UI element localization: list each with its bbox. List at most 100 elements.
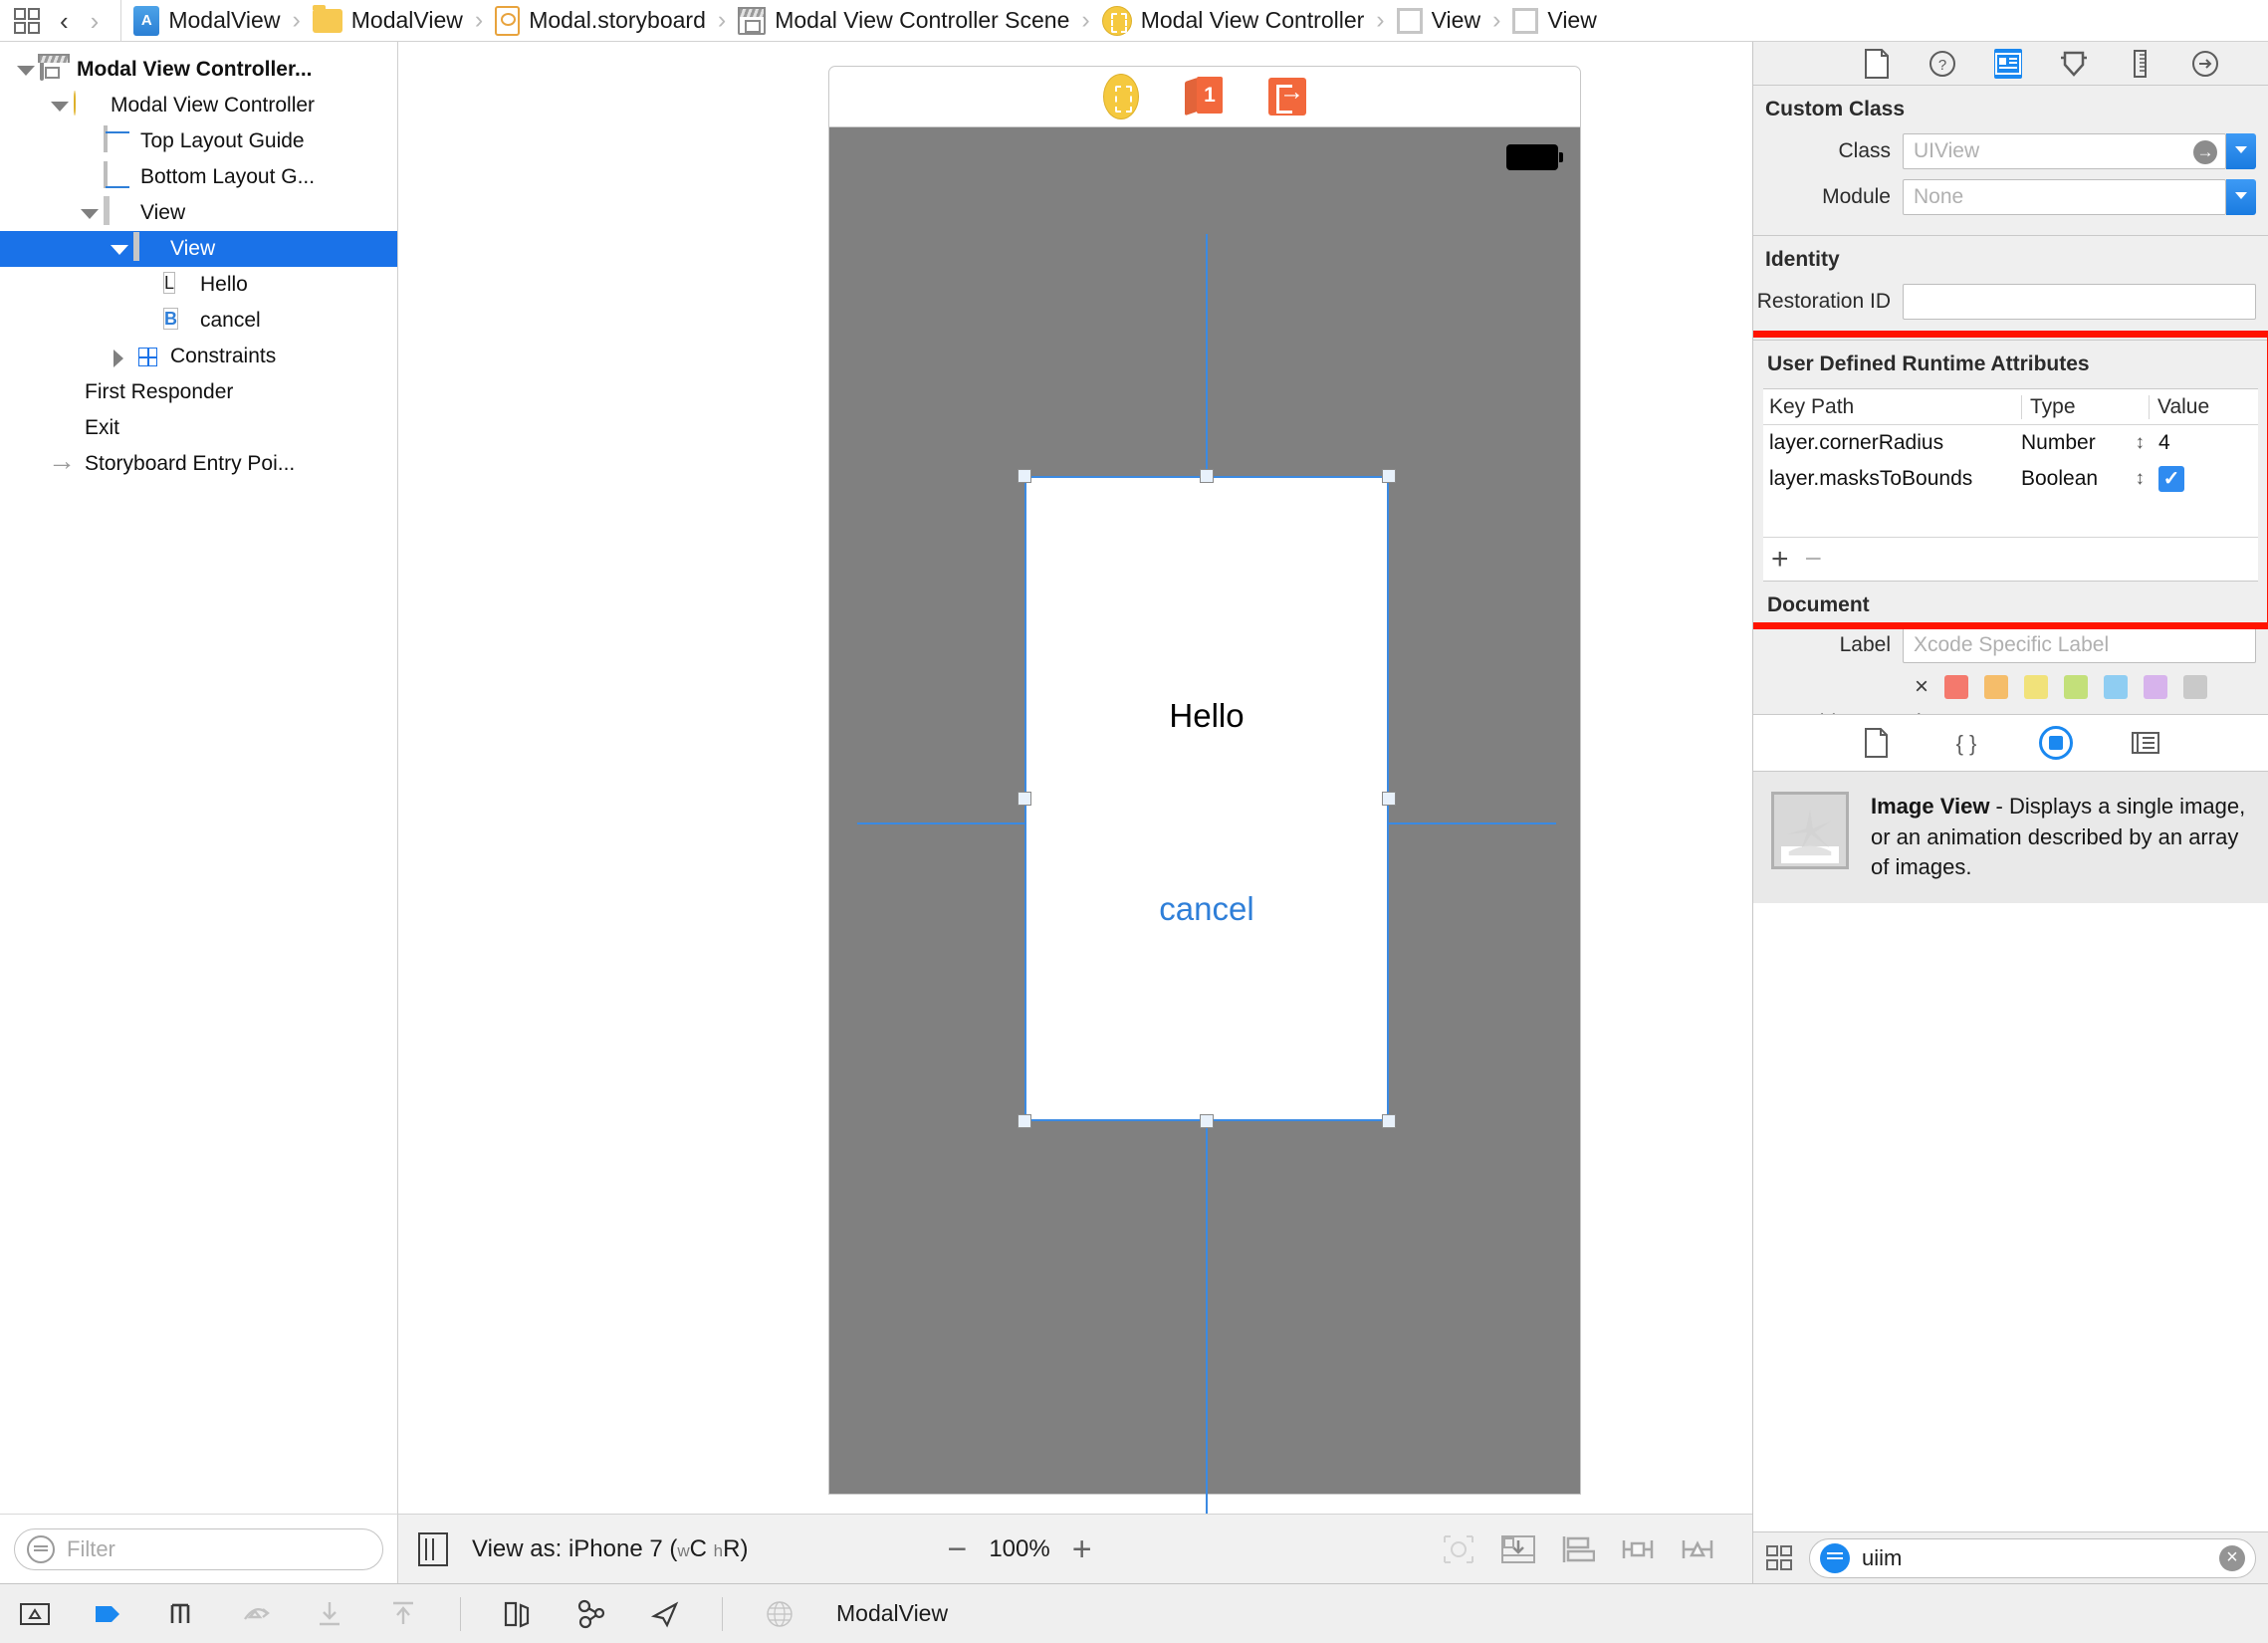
identity-inspector-icon[interactable] (1993, 48, 2022, 79)
view-as-label[interactable]: View as: iPhone 7 (wC hR) (472, 1535, 748, 1563)
embed-in-icon[interactable] (1501, 1534, 1535, 1564)
document-outline-toggle-icon[interactable] (418, 1531, 448, 1566)
module-dropdown-icon[interactable] (2226, 179, 2256, 215)
disclosure-triangle-icon[interactable] (48, 95, 70, 117)
view-controller-icon[interactable] (1103, 74, 1139, 119)
swatch-blue[interactable] (2104, 675, 2129, 699)
selection-handle-br[interactable] (1382, 1114, 1396, 1128)
outline-item-modal-view-controller[interactable]: Modal View Controller (0, 88, 397, 123)
table-row[interactable]: layer.masksToBounds Boolean ↕ (1763, 461, 2258, 497)
library-list-area[interactable] (1753, 902, 2268, 1532)
class-field[interactable]: UIView (1903, 133, 2226, 169)
udra-add-button[interactable]: + (1771, 544, 1789, 575)
outline-item-top-layout-guide[interactable]: Top Layout Guide (0, 123, 397, 159)
attributes-inspector-icon[interactable] (2060, 49, 2088, 79)
breadcrumb-item-storyboard[interactable]: Modal.storyboard (495, 5, 706, 36)
modal-view-controller-scene[interactable]: Hello cancel (828, 66, 1581, 1514)
breadcrumb-item-scene[interactable]: Modal View Controller Scene (738, 6, 1069, 35)
selection-handle-tc[interactable] (1200, 469, 1214, 483)
quick-help-icon[interactable]: ? (1928, 49, 1956, 79)
type-stepper-icon[interactable]: ↕ (2136, 432, 2146, 454)
swatch-purple[interactable] (2144, 675, 2168, 699)
disclosure-triangle-icon[interactable] (78, 202, 100, 224)
library-view-mode-icon[interactable] (1765, 1543, 1795, 1573)
udra-value-cell[interactable]: 4 (2149, 431, 2258, 455)
swatch-gray[interactable] (2183, 675, 2208, 699)
outline-item-bottom-layout-guide[interactable]: Bottom Layout G... (0, 159, 397, 195)
disclosure-triangle-icon[interactable] (108, 346, 129, 367)
selection-handle-mr[interactable] (1382, 792, 1396, 806)
exit-icon[interactable] (1268, 78, 1306, 116)
device-canvas[interactable]: Hello cancel (828, 127, 1581, 1514)
breadcrumb-item-view-controller[interactable]: Modal View Controller (1101, 5, 1364, 36)
outline-item-scene[interactable]: Modal View Controller... (0, 52, 397, 88)
breadcrumb-item-folder[interactable]: ModalView (312, 4, 463, 34)
outline-item-hello-label[interactable]: L Hello (0, 267, 397, 303)
location-simulate-icon[interactable] (648, 1597, 682, 1631)
step-over-icon[interactable] (165, 1597, 199, 1631)
selection-handle-ml[interactable] (1018, 792, 1031, 806)
align-icon[interactable] (1561, 1534, 1596, 1564)
file-template-library-icon[interactable] (1860, 726, 1894, 760)
back-icon[interactable]: ‹ (60, 8, 69, 34)
outline-item-view-inner[interactable]: View (0, 231, 397, 267)
memory-graph-icon[interactable] (574, 1597, 608, 1631)
class-dropdown-icon[interactable] (2226, 133, 2256, 169)
connections-inspector-icon[interactable] (2191, 49, 2219, 79)
clear-color-icon[interactable]: × (1915, 673, 1928, 701)
udra-value-checkbox[interactable] (2158, 466, 2184, 492)
udra-type-cell[interactable]: Boolean ↕ (2021, 467, 2149, 491)
update-frames-icon[interactable] (1442, 1534, 1475, 1564)
file-inspector-icon[interactable] (1863, 48, 1891, 79)
clear-search-icon[interactable] (2219, 1544, 2245, 1571)
udra-type-cell[interactable]: Number ↕ (2021, 431, 2149, 455)
outline-item-cancel-button[interactable]: B cancel (0, 303, 397, 339)
outline-item-view-outer[interactable]: View (0, 195, 397, 231)
type-stepper-icon[interactable]: ↕ (2136, 468, 2146, 490)
swatch-red[interactable] (1944, 675, 1969, 699)
udra-remove-button[interactable]: − (1805, 544, 1823, 575)
media-library-icon[interactable] (2129, 726, 2162, 760)
library-item-image-view[interactable]: Image View - Displays a single image, or… (1753, 772, 2268, 903)
udra-value-cell[interactable] (2149, 466, 2258, 492)
code-snippet-library-icon[interactable]: { } (1949, 726, 1983, 760)
outline-item-first-responder[interactable]: First Responder (0, 374, 397, 410)
disclosure-triangle-icon[interactable] (14, 59, 36, 81)
breadcrumb-item-view-outer[interactable]: View (1396, 7, 1480, 34)
step-out-icon[interactable] (386, 1597, 420, 1631)
pin-icon[interactable] (1621, 1534, 1655, 1564)
selection-handle-bl[interactable] (1018, 1114, 1031, 1128)
swatch-green[interactable] (2064, 675, 2089, 699)
continue-icon[interactable] (92, 1597, 125, 1631)
disclosure-triangle-icon[interactable] (108, 238, 129, 260)
restoration-id-field[interactable] (1903, 284, 2256, 320)
outline-filter-field[interactable]: Filter (14, 1527, 383, 1570)
outline-item-exit[interactable]: Exit (0, 410, 397, 446)
view-hierarchy-icon[interactable] (501, 1597, 535, 1631)
library-search-field[interactable]: uiim (1809, 1537, 2256, 1578)
storyboard-canvas[interactable]: Hello cancel (398, 42, 1752, 1514)
selection-handle-bc[interactable] (1200, 1114, 1214, 1128)
resolve-issues-icon[interactable] (1681, 1534, 1714, 1564)
udra-keypath-cell[interactable]: layer.cornerRadius (1763, 431, 2021, 455)
zoom-out-button[interactable]: − (947, 1532, 967, 1566)
udra-keypath-cell[interactable]: layer.masksToBounds (1763, 467, 2021, 491)
forward-icon[interactable]: › (91, 8, 100, 34)
swatch-orange[interactable] (1984, 675, 2009, 699)
first-responder-icon[interactable] (1185, 77, 1223, 117)
swatch-yellow[interactable] (2024, 675, 2049, 699)
hide-debug-area-icon[interactable] (18, 1597, 52, 1631)
selection-handle-tl[interactable] (1018, 469, 1031, 483)
zoom-in-button[interactable]: + (1072, 1532, 1092, 1566)
doc-label-field[interactable]: Xcode Specific Label (1903, 627, 2256, 663)
object-library-icon[interactable] (2038, 726, 2073, 761)
step-over-line-icon[interactable] (239, 1597, 273, 1631)
size-inspector-icon[interactable] (2126, 49, 2154, 79)
module-field[interactable]: None (1903, 179, 2226, 215)
jump-to-definition-icon[interactable] (2193, 140, 2217, 164)
outline-item-constraints[interactable]: Constraints (0, 339, 397, 374)
selection-handle-tr[interactable] (1382, 469, 1396, 483)
breadcrumb-item-project[interactable]: ModalView (133, 5, 280, 36)
step-into-icon[interactable] (313, 1597, 346, 1631)
outline-item-storyboard-entry-point[interactable]: Storyboard Entry Poi... (0, 446, 397, 482)
